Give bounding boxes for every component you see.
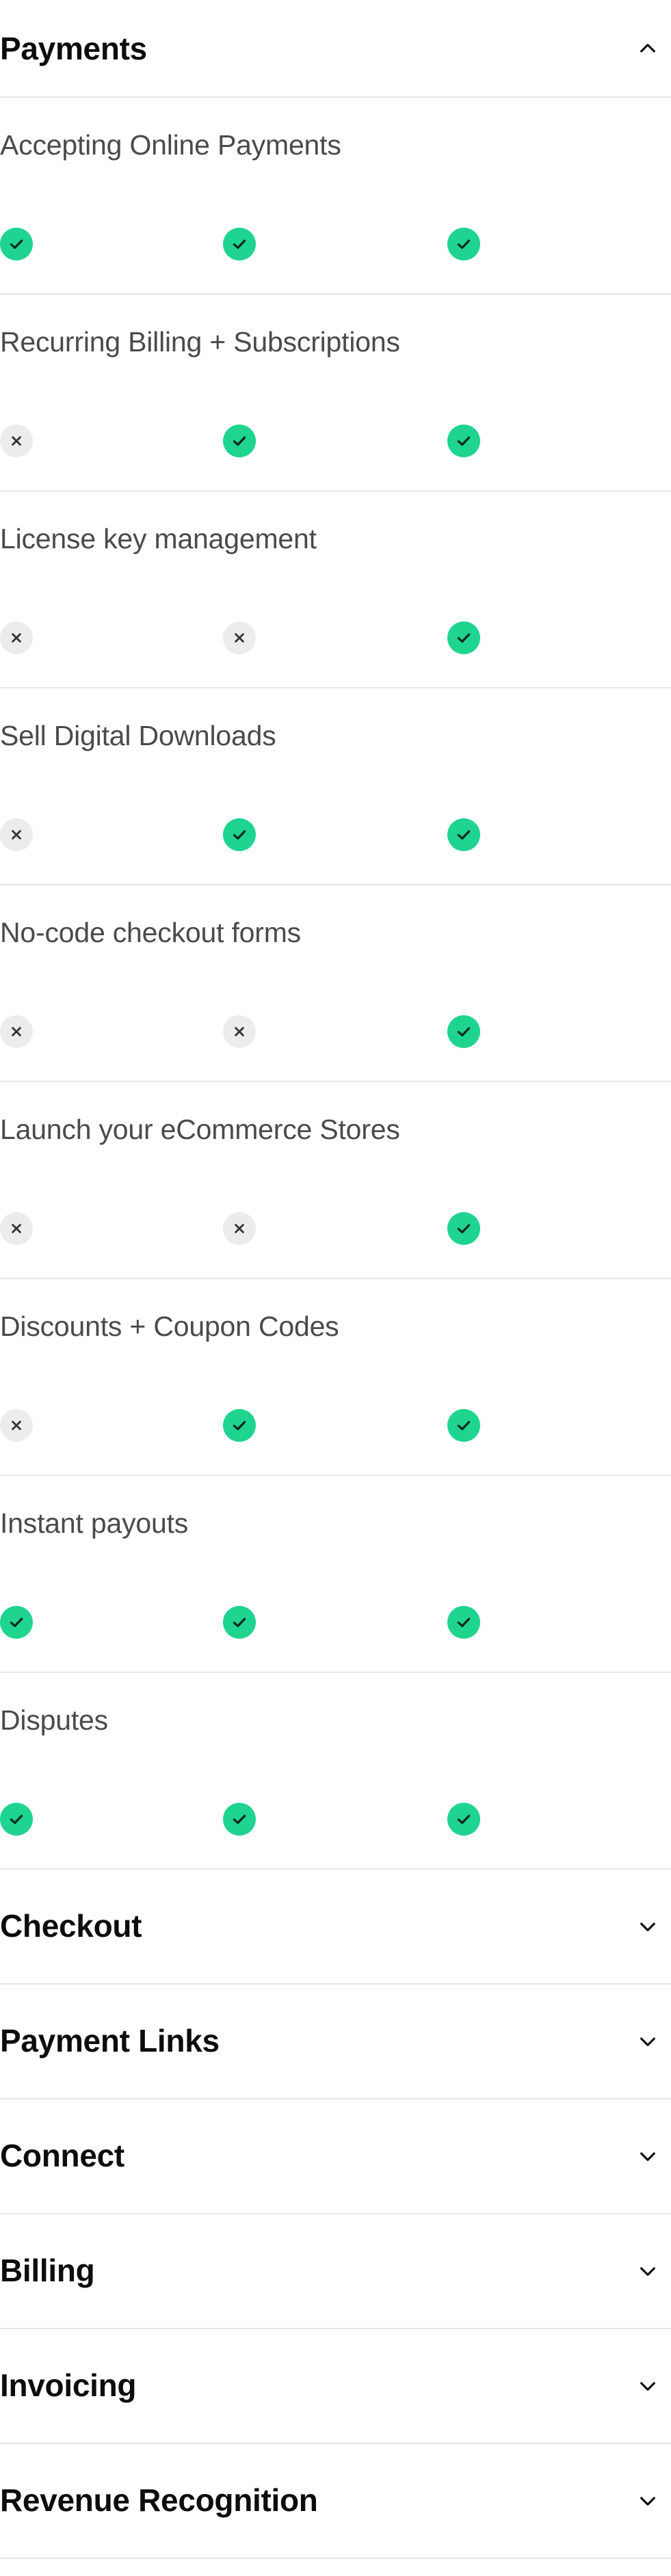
check-icon	[447, 1803, 480, 1836]
check-icon	[447, 1409, 480, 1442]
section-title: Invoicing	[0, 2367, 137, 2403]
feature-list: Accepting Online Payments Recurring Billi…	[0, 98, 671, 1870]
check-icon	[223, 1606, 256, 1639]
check-icon	[223, 425, 256, 457]
check-icon	[0, 1803, 33, 1836]
feature-label: Launch your eCommerce Stores	[0, 1114, 400, 1145]
section-title: Connect	[0, 2138, 124, 2173]
section-header-connect[interactable]: Connect	[0, 2099, 671, 2214]
cross-icon	[0, 425, 33, 457]
check-icon	[447, 818, 480, 851]
chevron-down-icon[interactable]	[634, 1913, 661, 1940]
feature-label: Disputes	[0, 1704, 108, 1736]
feature-row: Disputes	[0, 1673, 671, 1870]
section-header-revenue-recognition[interactable]: Revenue Recognition	[0, 2444, 671, 2559]
check-icon	[223, 1409, 256, 1442]
check-icon	[447, 1606, 480, 1639]
cross-icon	[0, 621, 33, 654]
cross-icon	[0, 818, 33, 851]
feature-row: Launch your eCommerce Stores	[0, 1082, 671, 1279]
cross-icon	[0, 1409, 33, 1442]
section-header-invoicing[interactable]: Invoicing	[0, 2329, 671, 2444]
collapsed-section-list: Checkout Payment Links Connect Billing Invoi…	[0, 1870, 671, 2559]
section-title: Billing	[0, 2253, 95, 2288]
check-icon	[447, 425, 480, 457]
section-title: Checkout	[0, 1908, 142, 1944]
chevron-up-icon[interactable]	[634, 35, 661, 62]
chevron-down-icon[interactable]	[634, 2257, 661, 2285]
feature-row: No-code checkout forms	[0, 885, 671, 1082]
feature-row: Sell Digital Downloads	[0, 688, 671, 885]
section-header-payments[interactable]: Payments	[0, 0, 671, 98]
feature-label: License key management	[0, 523, 317, 554]
section-title: Payments	[0, 30, 147, 66]
check-icon	[223, 1803, 256, 1836]
cross-icon	[223, 1212, 256, 1245]
chevron-down-icon[interactable]	[634, 2372, 661, 2400]
feature-label: Discounts + Coupon Codes	[0, 1311, 339, 1342]
check-icon	[447, 1015, 480, 1048]
section-header-payment-links[interactable]: Payment Links	[0, 1985, 671, 2099]
cross-icon	[223, 621, 256, 654]
cross-icon	[0, 1212, 33, 1245]
cross-icon	[223, 1015, 256, 1048]
feature-comparison: Payments Accepting Online Payments Recurr…	[0, 0, 671, 2559]
chevron-down-icon[interactable]	[634, 2143, 661, 2170]
check-icon	[0, 228, 33, 260]
feature-row: License key management	[0, 492, 671, 688]
feature-label: Instant payouts	[0, 1507, 189, 1539]
section-title: Revenue Recognition	[0, 2482, 318, 2518]
chevron-down-icon[interactable]	[634, 2487, 661, 2514]
chevron-down-icon[interactable]	[634, 2028, 661, 2055]
feature-label: Sell Digital Downloads	[0, 720, 276, 751]
feature-row: Discounts + Coupon Codes	[0, 1279, 671, 1476]
section-header-checkout[interactable]: Checkout	[0, 1870, 671, 1985]
check-icon	[223, 228, 256, 260]
feature-row: Accepting Online Payments	[0, 98, 671, 295]
feature-row: Recurring Billing + Subscriptions	[0, 295, 671, 492]
check-icon	[447, 1212, 480, 1245]
section-header-billing[interactable]: Billing	[0, 2214, 671, 2329]
section-title: Payment Links	[0, 2023, 220, 2058]
check-icon	[447, 621, 480, 654]
cross-icon	[0, 1015, 33, 1048]
feature-row: Instant payouts	[0, 1476, 671, 1673]
feature-label: Recurring Billing + Subscriptions	[0, 326, 400, 358]
check-icon	[447, 228, 480, 260]
check-icon	[0, 1606, 33, 1639]
feature-label: No-code checkout forms	[0, 917, 301, 948]
feature-label: Accepting Online Payments	[0, 129, 341, 161]
check-icon	[223, 818, 256, 851]
